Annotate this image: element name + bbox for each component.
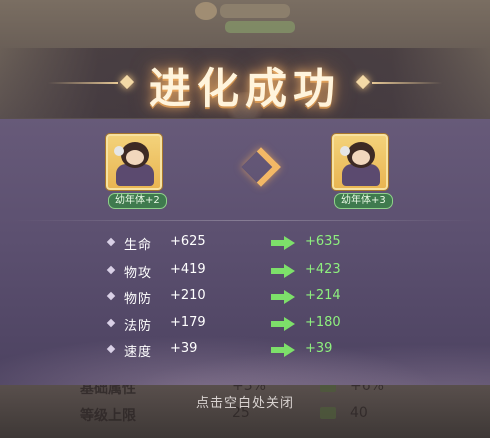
- stat-row-speed: 速度 +39 +39: [0, 341, 490, 360]
- pet-ear: [340, 146, 350, 156]
- bullet-icon: [106, 291, 116, 301]
- stat-row-patk: 物攻 +419 +423: [0, 262, 490, 281]
- bullet-icon: [106, 237, 116, 247]
- stat-row-mdef: 法防 +179 +180: [0, 315, 490, 334]
- bullet-icon: [106, 318, 116, 328]
- arrow-right-icon: [271, 264, 295, 278]
- stage-badge-before: 幼年体+2: [108, 193, 167, 209]
- stat-name: 速度: [124, 345, 153, 360]
- bg-name-plate: [220, 4, 290, 18]
- stat-name: 生命: [124, 238, 153, 253]
- bg-status-plate: [225, 21, 295, 33]
- pet-ear: [114, 146, 124, 156]
- bullet-icon: [106, 344, 116, 354]
- stat-name: 物攻: [124, 266, 153, 281]
- stat-new-value: +635: [305, 234, 341, 249]
- stat-new-value: +214: [305, 288, 341, 303]
- stat-old-value: +39: [170, 341, 198, 356]
- arrow-right-icon: [271, 290, 295, 304]
- bg-avatar-icon: [195, 2, 217, 20]
- arrow-right-icon: [271, 236, 295, 250]
- stat-old-value: +179: [170, 315, 206, 330]
- close-hint[interactable]: 点击空白处关闭: [0, 392, 490, 411]
- stat-old-value: +210: [170, 288, 206, 303]
- stat-new-value: +39: [305, 341, 333, 356]
- pet-face: [126, 150, 144, 165]
- stat-new-value: +180: [305, 315, 341, 330]
- stat-name: 物防: [124, 292, 153, 307]
- stage-badge-after: 幼年体+3: [334, 193, 393, 209]
- stat-name: 法防: [124, 319, 153, 334]
- arrow-right-icon: [271, 317, 295, 331]
- stat-old-value: +419: [170, 262, 206, 277]
- stat-row-pdef: 物防 +210 +214: [0, 288, 490, 307]
- arrow-right-icon: [271, 343, 295, 357]
- stat-row-hp: 生命 +625 +635: [0, 234, 490, 253]
- pet-card-after: [332, 134, 388, 190]
- pet-face: [352, 150, 370, 165]
- stat-new-value: +423: [305, 262, 341, 277]
- stat-old-value: +625: [170, 234, 206, 249]
- divider: [10, 220, 480, 221]
- page-title: 进化成功: [148, 64, 341, 113]
- bullet-icon: [106, 265, 116, 275]
- pet-card-before: [106, 134, 162, 190]
